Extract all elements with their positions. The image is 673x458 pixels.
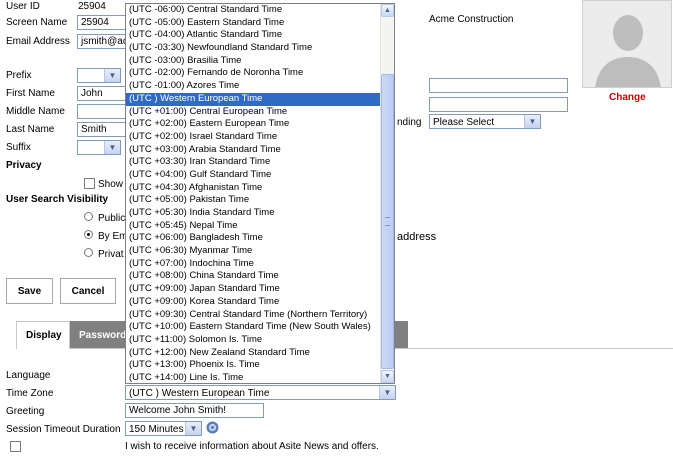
time-zone-option[interactable]: (UTC +09:00) Korea Standard Time <box>126 296 382 309</box>
visibility-email-label: By Em <box>98 231 128 242</box>
visibility-heading: User Search Visibility <box>6 194 109 205</box>
time-zone-option[interactable]: (UTC +06:00) Bangladesh Time <box>126 232 382 245</box>
time-zone-option[interactable]: (UTC -04:00) Atlantic Standard Time <box>126 29 382 42</box>
user-id-label: User ID <box>6 1 40 12</box>
greeting-field[interactable]: Welcome John Smith! <box>125 403 264 418</box>
time-zone-option[interactable]: (UTC +09:30) Central Standard Time (Nort… <box>126 309 382 322</box>
user-id-value: 25904 <box>78 1 106 12</box>
time-zone-option[interactable]: (UTC +05:00) Pakistan Time <box>126 194 382 207</box>
suffix-label: Suffix <box>6 142 31 153</box>
time-zone-option[interactable]: (UTC +02:00) Eastern European Time <box>126 118 382 131</box>
first-name-label: First Name <box>6 88 55 99</box>
time-zone-option[interactable]: (UTC +10:00) Eastern Standard Time (New … <box>126 321 382 334</box>
time-zone-option[interactable]: (UTC ) Western European Time <box>126 92 382 106</box>
time-zone-option[interactable]: (UTC -05:00) Eastern Standard Time <box>126 17 382 30</box>
save-button[interactable]: Save <box>6 278 53 304</box>
scroll-down-button[interactable]: ▼ <box>381 370 394 383</box>
time-zone-option[interactable]: (UTC -01:00) Azores Time <box>126 80 382 93</box>
avatar <box>582 0 672 88</box>
privacy-show-label: Show <box>98 179 124 190</box>
chevron-down-icon: ▼ <box>185 422 201 435</box>
time-zone-options: (UTC -06:00) Central Standard Time (UTC -… <box>126 4 382 383</box>
time-zone-option[interactable]: (UTC +06:30) Myanmar Time <box>126 245 382 258</box>
first-name-field[interactable]: John <box>77 86 127 101</box>
visibility-public-label: Public <box>98 213 126 224</box>
privacy-show-checkbox[interactable] <box>84 178 95 189</box>
greeting-label: Greeting <box>6 406 45 417</box>
session-timeout-value: 150 Minutes <box>129 424 184 435</box>
time-zone-option[interactable]: (UTC +04:30) Afghanistan Time <box>126 182 382 195</box>
cancel-button[interactable]: Cancel <box>60 278 116 304</box>
change-photo-link[interactable]: Change <box>609 92 646 103</box>
email-label: Email Address <box>6 36 70 47</box>
right-select-value: Please Select <box>433 117 495 128</box>
help-icon[interactable] <box>206 421 219 434</box>
chevron-down-icon: ▼ <box>524 115 540 128</box>
visibility-private-radio[interactable] <box>84 248 93 257</box>
session-timeout-select[interactable]: 150 Minutes ▼ <box>125 421 202 436</box>
screen-name-label: Screen Name <box>6 17 68 28</box>
visibility-public-radio[interactable] <box>84 212 93 221</box>
privacy-heading: Privacy <box>6 160 42 171</box>
time-zone-option[interactable]: (UTC +14:00) Line Is. Time <box>126 372 382 383</box>
time-zone-option[interactable]: (UTC +07:00) Indochina Time <box>126 258 382 271</box>
tab-display[interactable]: Display <box>16 321 70 349</box>
time-zone-option[interactable]: (UTC +05:30) India Standard Time <box>126 207 382 220</box>
time-zone-label: Time Zone <box>6 388 54 399</box>
time-zone-option[interactable]: (UTC +02:00) Israel Standard Time <box>126 131 382 144</box>
company-name: Acme Construction <box>429 14 514 25</box>
time-zone-select-value: (UTC ) Western European Time <box>129 388 270 399</box>
screen-name-field[interactable]: 25904 <box>77 15 127 30</box>
right-field-2[interactable] <box>429 97 568 112</box>
time-zone-option[interactable]: (UTC -03:30) Newfoundland Standard Time <box>126 42 382 55</box>
prefix-select[interactable]: ▼ <box>77 68 121 83</box>
tab-password[interactable]: Password <box>70 321 126 349</box>
time-zone-option[interactable]: (UTC -02:00) Fernando de Noronha Time <box>126 67 382 80</box>
newsletter-checkbox[interactable] <box>10 441 21 452</box>
suffix-select[interactable]: ▼ <box>77 140 121 155</box>
last-name-label: Last Name <box>6 124 55 135</box>
language-label: Language <box>6 370 51 381</box>
chevron-down-icon: ▼ <box>104 69 120 82</box>
time-zone-option[interactable]: (UTC +13:00) Phoenix Is. Time <box>126 359 382 372</box>
right-select[interactable]: Please Select ▼ <box>429 114 541 129</box>
email-field[interactable]: jsmith@acme.com <box>77 34 127 49</box>
time-zone-option[interactable]: (UTC +12:00) New Zealand Standard Time <box>126 347 382 360</box>
newsletter-label: I wish to receive information about Asit… <box>125 441 379 452</box>
chevron-down-icon: ▼ <box>379 386 395 399</box>
time-zone-option[interactable]: (UTC -06:00) Central Standard Time <box>126 4 382 17</box>
dropdown-scrollbar[interactable]: ▲ ▼ <box>380 4 394 383</box>
visibility-email-radio[interactable] <box>84 230 93 239</box>
session-timeout-label: Session Timeout Duration <box>6 424 121 435</box>
last-name-field[interactable]: Smith <box>77 122 127 137</box>
chevron-down-icon: ▼ <box>384 373 391 380</box>
time-zone-select[interactable]: (UTC ) Western European Time ▼ <box>125 385 396 400</box>
middle-name-field[interactable] <box>77 104 127 119</box>
time-zone-dropdown-list[interactable]: (UTC -06:00) Central Standard Time (UTC -… <box>125 3 395 384</box>
scroll-up-button[interactable]: ▲ <box>381 4 394 17</box>
time-zone-option[interactable]: (UTC +01:00) Central European Time <box>126 106 382 119</box>
time-zone-option[interactable]: (UTC +03:30) Iran Standard Time <box>126 156 382 169</box>
right-field-1[interactable] <box>429 78 568 93</box>
visibility-private-label: Privat <box>98 249 124 260</box>
chevron-up-icon: ▲ <box>384 7 391 14</box>
right-field-label: nding <box>397 117 422 128</box>
time-zone-option[interactable]: (UTC +08:00) China Standard Time <box>126 270 382 283</box>
visibility-address-text: address <box>397 231 437 243</box>
user-silhouette-icon <box>583 1 671 87</box>
time-zone-option[interactable]: (UTC +04:00) Gulf Standard Time <box>126 169 382 182</box>
time-zone-option[interactable]: (UTC +05:45) Nepal Time <box>126 220 382 233</box>
prefix-label: Prefix <box>6 70 32 81</box>
tab-strip-end <box>394 321 408 349</box>
time-zone-option[interactable]: (UTC -03:00) Brasilia Time <box>126 55 382 68</box>
time-zone-option[interactable]: (UTC +11:00) Solomon Is. Time <box>126 334 382 347</box>
chevron-down-icon: ▼ <box>104 141 120 154</box>
scroll-thumb[interactable] <box>381 74 394 369</box>
middle-name-label: Middle Name <box>6 106 65 117</box>
time-zone-option[interactable]: (UTC +09:00) Japan Standard Time <box>126 283 382 296</box>
time-zone-option[interactable]: (UTC +03:00) Arabia Standard Time <box>126 144 382 157</box>
